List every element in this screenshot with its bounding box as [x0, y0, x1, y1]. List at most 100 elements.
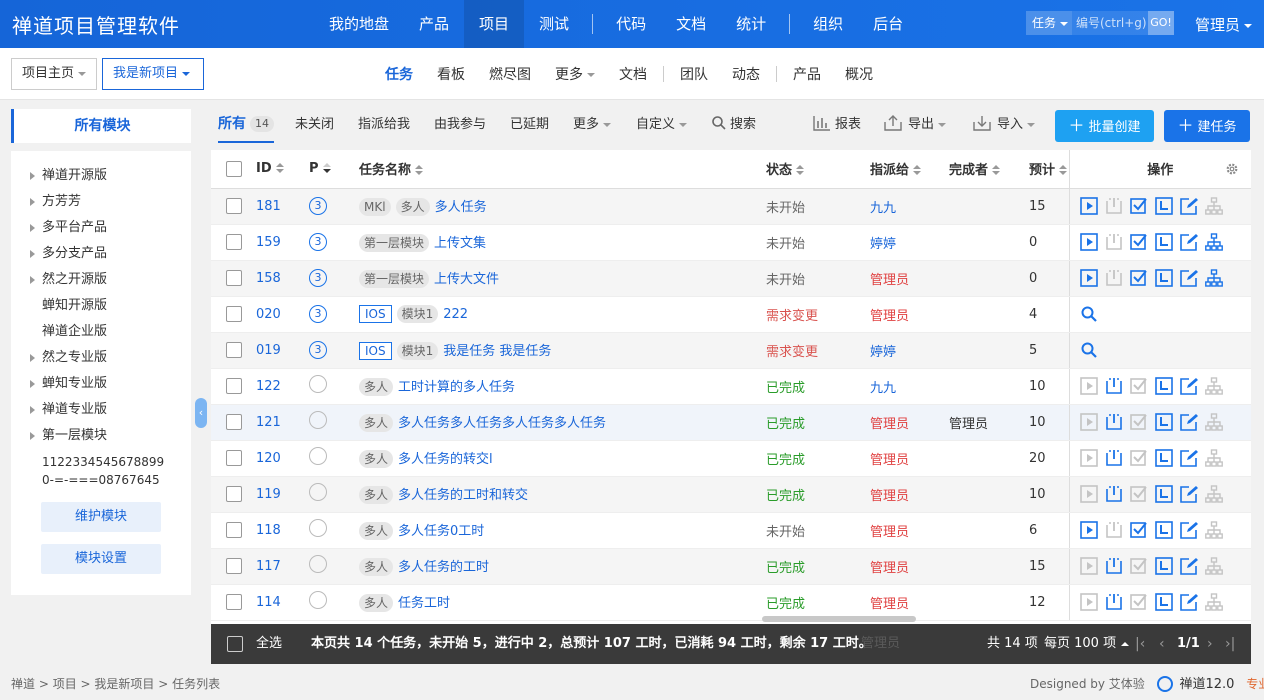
row-checkbox-cell[interactable] — [211, 548, 256, 585]
task-name-link[interactable]: 工时计算的多人任务 — [398, 380, 515, 395]
edit-icon[interactable] — [1180, 593, 1199, 612]
subnav-item-6[interactable]: 动态 — [720, 64, 772, 84]
chevron-right-icon[interactable] — [30, 406, 35, 414]
task-name-link[interactable]: 多人任务的工时和转交 — [398, 488, 528, 503]
maintain-modules-button[interactable]: 维护模块 — [41, 502, 161, 532]
column-header-assigned-to[interactable]: 指派给 — [870, 150, 949, 189]
chevron-right-icon[interactable] — [30, 172, 35, 180]
task-name-link[interactable]: 上传大文件 — [434, 272, 499, 287]
filter-unclosed-tab[interactable]: 未关闭 — [295, 105, 334, 145]
prev-page-icon[interactable]: ‹ — [1159, 624, 1165, 664]
module-tag[interactable]: 模块1 — [396, 305, 439, 323]
export-dropdown[interactable]: 导出 — [884, 105, 947, 145]
table-row[interactable]: 120 多人 多人任务的转交l 已完成 管理员 20 — [211, 440, 1251, 477]
chevron-right-icon[interactable] — [30, 354, 35, 362]
task-name-link[interactable]: 我是任务 我是任务 — [443, 344, 551, 359]
module-tag[interactable]: IOS — [359, 342, 392, 360]
row-checkbox[interactable] — [226, 414, 242, 430]
chevron-right-icon[interactable] — [30, 198, 35, 206]
module-tree-item[interactable]: 禅道开源版 — [11, 163, 191, 189]
assigned-to[interactable]: 管理员 — [870, 561, 909, 576]
search-input[interactable] — [1072, 11, 1148, 35]
edit-icon[interactable] — [1180, 521, 1199, 540]
finish-icon[interactable] — [1130, 485, 1149, 504]
module-tree-item-long[interactable]: 1122334545678899 — [11, 453, 191, 471]
filter-all-tab[interactable]: 所有 14 — [218, 105, 274, 143]
module-tag[interactable]: 第一层模块 — [359, 270, 430, 288]
start-icon[interactable] — [1080, 413, 1099, 432]
edit-icon[interactable] — [1180, 449, 1199, 468]
footer-breadcrumb-item[interactable]: 禅道 — [11, 677, 35, 691]
module-tag[interactable]: 多人 — [359, 378, 394, 396]
table-row[interactable]: 122 多人 工时计算的多人任务 已完成 九九 10 — [211, 368, 1251, 405]
subtask-tree-icon[interactable] — [1205, 449, 1224, 468]
column-header-id[interactable]: ID — [256, 150, 309, 189]
assigned-to[interactable]: 管理员 — [870, 597, 909, 612]
assigned-to[interactable]: 婷婷 — [870, 345, 896, 360]
assigned-to[interactable]: 管理员 — [870, 489, 909, 504]
close-task-icon[interactable] — [1155, 485, 1174, 504]
main-nav-item-3[interactable]: 测试 — [524, 0, 584, 48]
start-icon[interactable] — [1080, 449, 1099, 468]
chevron-right-icon[interactable] — [30, 380, 35, 388]
finish-icon[interactable] — [1130, 197, 1149, 216]
view-detail-search-icon[interactable] — [1080, 341, 1099, 360]
row-checkbox-cell[interactable] — [211, 404, 256, 441]
record-effort-icon[interactable] — [1105, 593, 1124, 612]
start-icon[interactable] — [1080, 593, 1099, 612]
task-id[interactable]: 114 — [256, 595, 281, 610]
filter-custom-dropdown[interactable]: 自定义 — [636, 105, 688, 145]
main-nav-item-7[interactable]: 组织 — [798, 0, 858, 48]
select-all-checkbox[interactable] — [227, 636, 243, 652]
edit-icon[interactable] — [1180, 269, 1199, 288]
module-tag[interactable]: 多人 — [359, 486, 394, 504]
start-icon[interactable] — [1080, 485, 1099, 504]
module-settings-button[interactable]: 模块设置 — [41, 544, 161, 574]
record-effort-icon[interactable] — [1105, 485, 1124, 504]
chevron-right-icon[interactable] — [30, 250, 35, 258]
main-nav-item-5[interactable]: 文档 — [661, 0, 721, 48]
column-header-priority[interactable]: P — [309, 150, 359, 189]
main-nav-item-0[interactable]: 我的地盘 — [314, 0, 404, 48]
row-checkbox-cell[interactable] — [211, 332, 256, 369]
edit-icon[interactable] — [1180, 233, 1199, 252]
column-header-finished-by[interactable]: 完成者 — [949, 150, 1029, 189]
record-effort-icon[interactable] — [1105, 413, 1124, 432]
footer-breadcrumb-item[interactable]: 我是新项目 — [94, 677, 154, 691]
module-tree-item[interactable]: 多平台产品 — [11, 215, 191, 241]
close-task-icon[interactable] — [1155, 413, 1174, 432]
row-checkbox-cell[interactable] — [211, 476, 256, 513]
assigned-to[interactable]: 管理员 — [870, 309, 909, 324]
finish-icon[interactable] — [1130, 521, 1149, 540]
record-effort-icon[interactable] — [1105, 521, 1124, 540]
edition-label[interactable]: 专业版 — [1246, 677, 1264, 691]
task-name-link[interactable]: 任务工时 — [398, 596, 450, 611]
subnav-item-5[interactable]: 团队 — [668, 64, 720, 84]
start-icon[interactable] — [1080, 197, 1099, 216]
row-checkbox[interactable] — [226, 486, 242, 502]
task-name-link[interactable]: 多人任务 — [435, 200, 487, 215]
batch-create-button[interactable]: ＋批量创建 — [1055, 110, 1154, 142]
assigned-to[interactable]: 管理员 — [870, 273, 909, 288]
row-checkbox[interactable] — [226, 522, 242, 538]
footer-breadcrumb-item[interactable]: 项目 — [53, 677, 77, 691]
record-effort-icon[interactable] — [1105, 449, 1124, 468]
record-effort-icon[interactable] — [1105, 233, 1124, 252]
search-go-button[interactable]: GO! — [1148, 11, 1174, 35]
subtask-tree-icon[interactable] — [1205, 521, 1224, 540]
task-id[interactable]: 159 — [256, 235, 281, 250]
subnav-item-0[interactable]: 任务 — [373, 64, 425, 84]
close-task-icon[interactable] — [1155, 449, 1174, 468]
search-toggle[interactable]: 搜索 — [712, 105, 756, 145]
last-page-icon[interactable]: ›| — [1225, 624, 1235, 664]
column-header-status[interactable]: 状态 — [766, 150, 870, 189]
row-checkbox-cell[interactable] — [211, 584, 256, 621]
module-tag[interactable]: IOS — [359, 305, 392, 323]
row-checkbox[interactable] — [226, 558, 242, 574]
subnav-item-8[interactable]: 概况 — [833, 64, 885, 84]
select-all-header-checkbox[interactable] — [211, 150, 256, 189]
assigned-to[interactable]: 婷婷 — [870, 237, 896, 252]
next-page-icon[interactable]: › — [1207, 624, 1213, 664]
row-checkbox[interactable] — [226, 234, 242, 250]
row-checkbox[interactable] — [226, 270, 242, 286]
